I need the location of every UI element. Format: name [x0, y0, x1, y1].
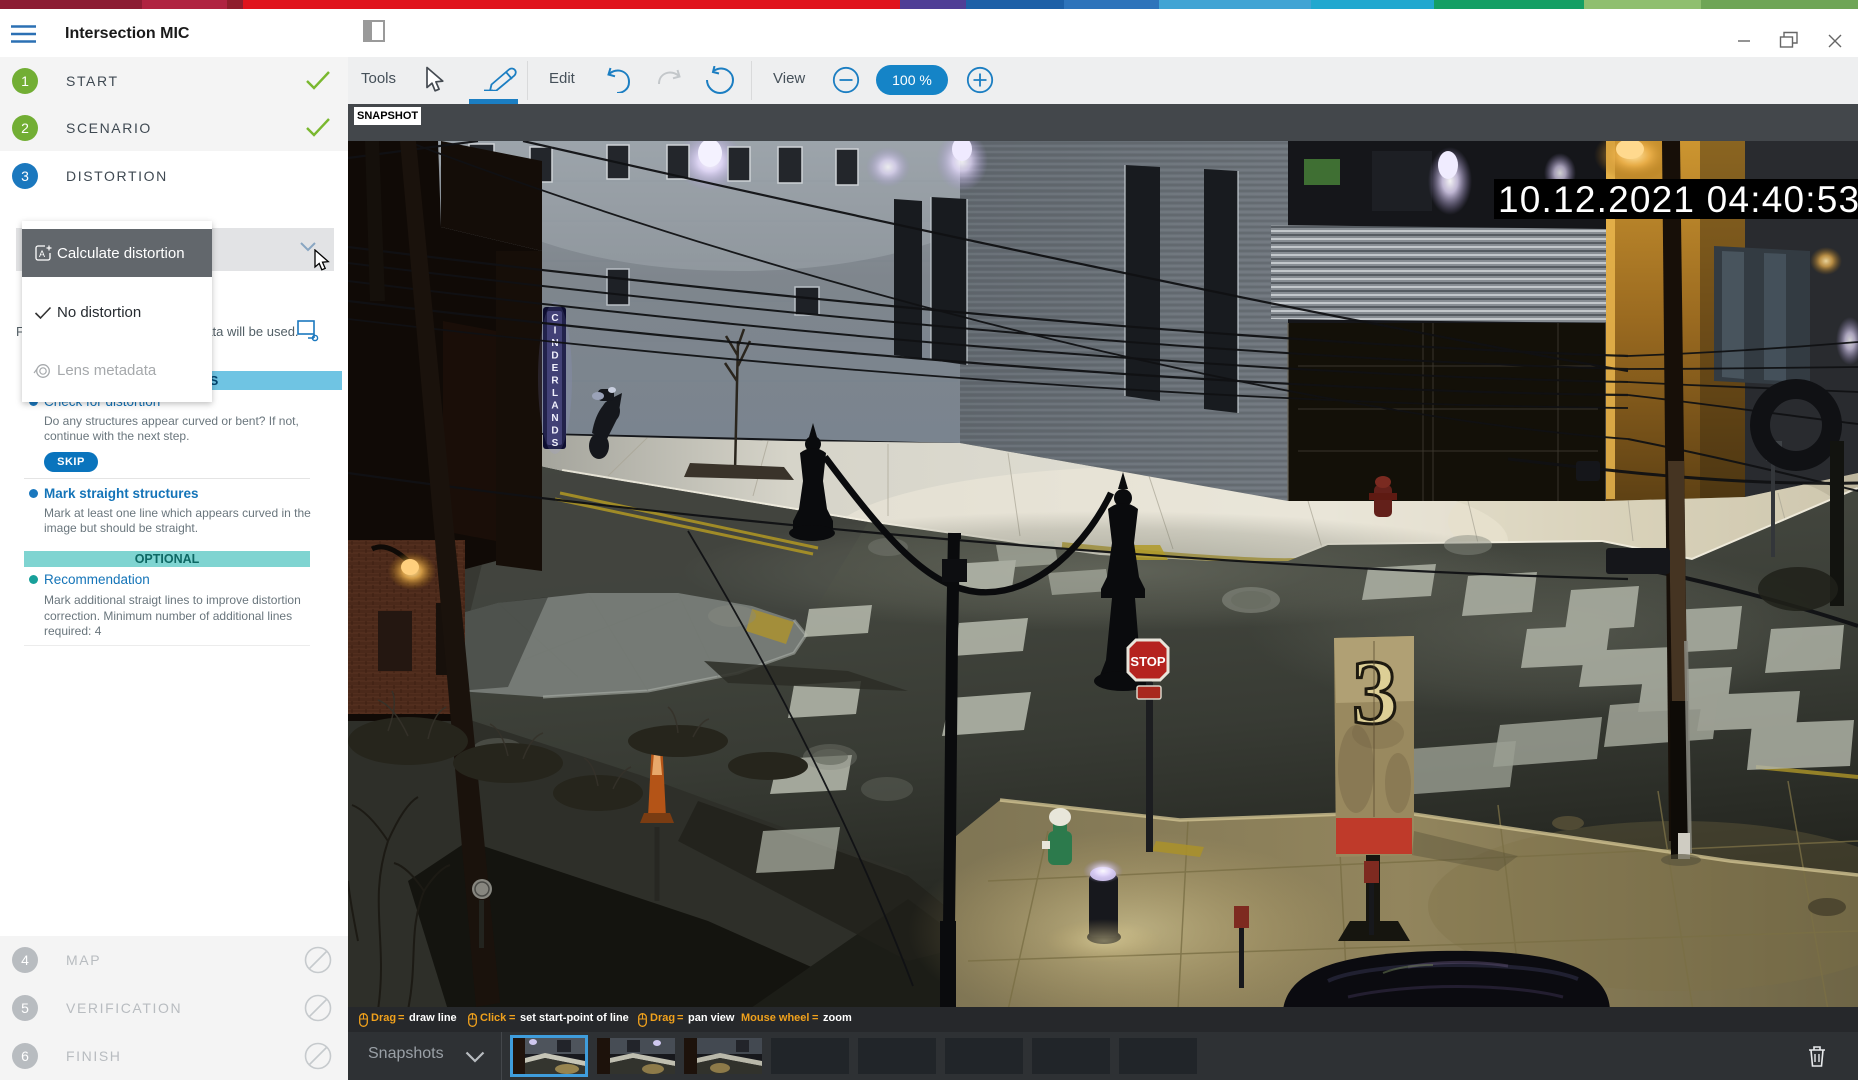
- svg-text:A: A: [39, 249, 45, 259]
- svg-text:3: 3: [1352, 641, 1398, 743]
- svg-text:STOP: STOP: [1130, 654, 1165, 669]
- svg-text:10.12.2021 04:40:53: 10.12.2021 04:40:53: [1498, 179, 1858, 220]
